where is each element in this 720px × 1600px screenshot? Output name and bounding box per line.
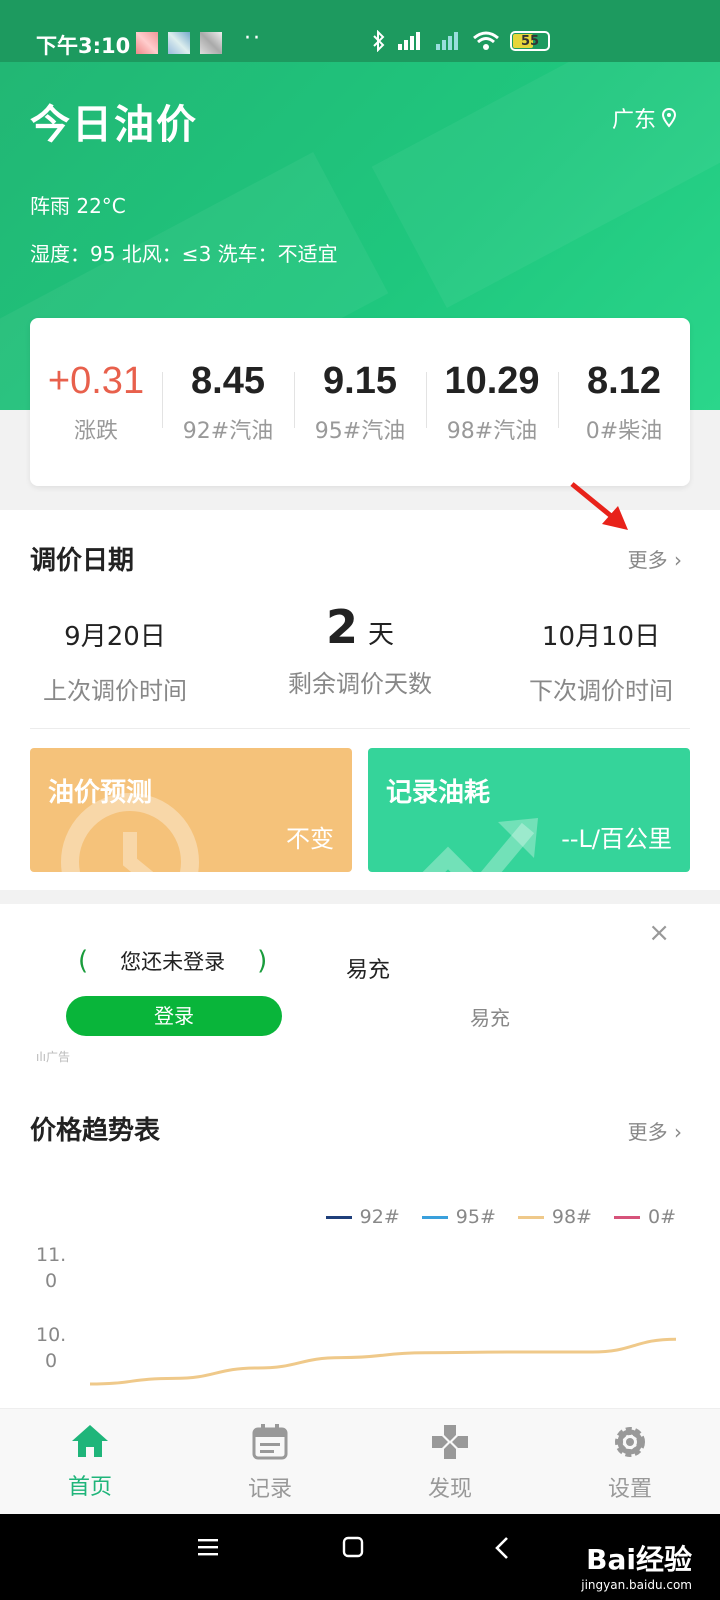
forecast-value: 不变 — [286, 825, 334, 853]
record-value: --L/百公里 — [561, 825, 672, 853]
price-diesel: 8.12 0#柴油 — [558, 360, 690, 445]
next-adjust-label: 下次调价时间 — [529, 677, 673, 705]
price-92-label: 92#汽油 — [182, 418, 274, 444]
tab-home[interactable]: 首页 — [0, 1409, 180, 1514]
ad-label: ılı广告 — [36, 1050, 71, 1064]
bottom-tab-bar: 首页 记录 发现 设置 — [0, 1408, 720, 1514]
signal-weak-icon — [436, 32, 458, 50]
days-unit: 天 — [368, 620, 395, 650]
price-change-label: 涨跌 — [73, 418, 118, 444]
ad-logo-icon: ılı — [36, 1050, 47, 1064]
price-98-label: 98#汽油 — [446, 418, 538, 444]
price-card: +0.31 涨跌 8.45 92#汽油 9.15 95#汽油 10.29 98#… — [30, 318, 690, 486]
record-title: 记录油耗 — [386, 778, 491, 808]
more-notifications: ·· — [244, 26, 262, 51]
chevron-right-icon: › — [674, 548, 682, 572]
paren-close: ) — [257, 946, 268, 976]
divider — [30, 728, 690, 729]
battery-icon: 55 — [510, 31, 550, 51]
ad-brand-sub: 易充 — [470, 1006, 510, 1030]
last-adjust: 9月20日 上次调价时间 — [40, 600, 190, 706]
menu-icon[interactable] — [196, 1536, 220, 1558]
series-line-98 — [89, 1337, 677, 1386]
bluetooth-icon — [373, 30, 385, 52]
ad-banner[interactable]: × ( 您还未登录) 登录 易充 易充 ılı广告 — [0, 904, 720, 1072]
next-adjust-date: 10月10日 — [541, 622, 661, 652]
paren-open: ( — [78, 946, 89, 976]
system-nav-bar: Bai经验 jingyan.baidu.com — [0, 1514, 720, 1600]
login-button[interactable]: 登录 — [66, 996, 282, 1036]
tab-home-label: 首页 — [67, 1475, 112, 1500]
trend-chart — [89, 1337, 677, 1386]
tab-discover-label: 发现 — [427, 1477, 472, 1502]
days-remaining-value: 2 — [325, 600, 358, 654]
page-title: 今日油价 — [30, 102, 198, 148]
price-92: 8.45 92#汽油 — [162, 360, 294, 445]
weather-summary: 阵雨 22°C — [30, 194, 126, 218]
gamepad-icon — [432, 1425, 468, 1459]
home-icon — [72, 1425, 108, 1457]
tab-discover[interactable]: 发现 — [360, 1409, 540, 1514]
forecast-tile[interactable]: 油价预测 不变 — [30, 748, 352, 872]
price-change-value: +0.31 — [47, 359, 145, 402]
wifi-icon — [473, 31, 499, 50]
adjust-title: 调价日期 — [30, 546, 135, 576]
gear-icon — [615, 1427, 645, 1457]
watermark-logo: Bai经验 — [586, 1543, 692, 1576]
tab-records[interactable]: 记录 — [180, 1409, 360, 1514]
status-bar: 下午3:10 ·· 55 — [0, 0, 720, 62]
ad-brand: 易充 — [346, 958, 391, 983]
calendar-icon — [252, 1424, 288, 1460]
map-pin-icon — [662, 108, 676, 128]
login-hint-text: 您还未登录 — [120, 950, 226, 974]
adjust-more-label: 更多 — [627, 548, 668, 572]
weather-detail: 湿度：95 北风：≤3 洗车：不适宜 — [30, 242, 338, 266]
home-square-icon[interactable] — [342, 1536, 364, 1558]
adjust-section: 调价日期 更多 › 9月20日 上次调价时间 2天 剩余调价天数 10月10日 … — [0, 482, 720, 890]
price-diesel-label: 0#柴油 — [585, 418, 663, 444]
price-92-value: 8.45 — [191, 359, 265, 402]
price-change: +0.31 涨跌 — [30, 360, 162, 445]
notification-icon — [168, 32, 190, 54]
signal-icon — [398, 32, 420, 50]
price-98: 10.29 98#汽油 — [426, 360, 558, 445]
notification-icon — [200, 32, 222, 54]
notification-icon — [136, 32, 158, 54]
price-diesel-value: 8.12 — [587, 359, 661, 402]
price-95-value: 9.15 — [323, 359, 397, 402]
location-label: 广东 — [611, 108, 656, 133]
days-remaining-label: 剩余调价天数 — [288, 670, 432, 698]
back-icon[interactable] — [494, 1536, 510, 1560]
last-adjust-date: 9月20日 — [64, 622, 166, 652]
watermark-url: jingyan.baidu.com — [581, 1578, 692, 1592]
red-arrow-icon — [570, 482, 628, 530]
watermark: Bai经验 jingyan.baidu.com — [581, 1538, 692, 1592]
price-95-label: 95#汽油 — [314, 418, 406, 444]
last-adjust-label: 上次调价时间 — [43, 677, 187, 705]
close-icon[interactable]: × — [648, 918, 670, 948]
price-95: 9.15 95#汽油 — [294, 360, 426, 445]
tab-settings[interactable]: 设置 — [540, 1409, 720, 1514]
forecast-title: 油价预测 — [48, 778, 153, 808]
next-adjust: 10月10日 下次调价时间 — [516, 600, 686, 706]
login-hint: ( 您还未登录) — [78, 946, 267, 976]
adjust-more-button[interactable]: 更多 › — [628, 544, 682, 573]
status-time: 下午3:10 — [36, 34, 131, 58]
trend-section: 价格趋势表 更多 › 92# 95# 98# 0# 11. 0 10. 0 — [0, 1072, 720, 1408]
days-remaining: 2天 剩余调价天数 — [270, 600, 450, 699]
location-selector[interactable]: 广东 — [612, 102, 676, 134]
price-98-value: 10.29 — [444, 359, 540, 402]
tab-settings-label: 设置 — [607, 1477, 652, 1502]
tab-records-label: 记录 — [247, 1477, 292, 1502]
record-consumption-tile[interactable]: 记录油耗 --L/百公里 — [368, 748, 690, 872]
